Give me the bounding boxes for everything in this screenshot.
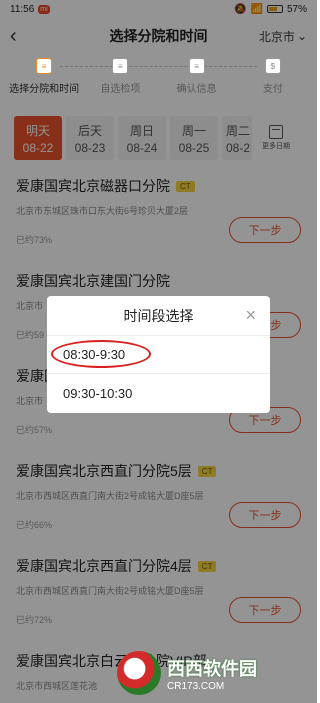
checklist-icon: ≡ bbox=[112, 58, 129, 74]
close-icon[interactable]: × bbox=[245, 306, 256, 324]
watermark-logo-icon bbox=[117, 651, 161, 695]
dialog-title: 时间段选择 bbox=[123, 307, 194, 324]
chevron-down-icon: ⌄ bbox=[296, 29, 307, 43]
watermark: 西西软件园 CR173.COM bbox=[117, 649, 307, 697]
form-icon: ≡ bbox=[188, 58, 205, 74]
document-icon: ≡ bbox=[36, 58, 53, 74]
dialog-header: 时间段选择 × bbox=[47, 296, 270, 336]
watermark-title: 西西软件园 bbox=[167, 658, 257, 679]
highlight-circle bbox=[51, 340, 151, 368]
city-selector[interactable]: 北京市 ⌄ bbox=[259, 28, 307, 45]
city-label: 北京市 bbox=[258, 29, 295, 44]
time-slot-option[interactable]: 08:30-9:30 bbox=[47, 336, 270, 374]
time-slot-label: 09:30-10:30 bbox=[63, 385, 133, 401]
watermark-url: CR173.COM bbox=[167, 680, 225, 692]
payment-icon: $ bbox=[264, 58, 281, 74]
time-slot-option[interactable]: 09:30-10:30 bbox=[47, 374, 270, 412]
time-slot-dialog: 时间段选择 × 08:30-9:30 09:30-10:30 bbox=[47, 296, 270, 413]
